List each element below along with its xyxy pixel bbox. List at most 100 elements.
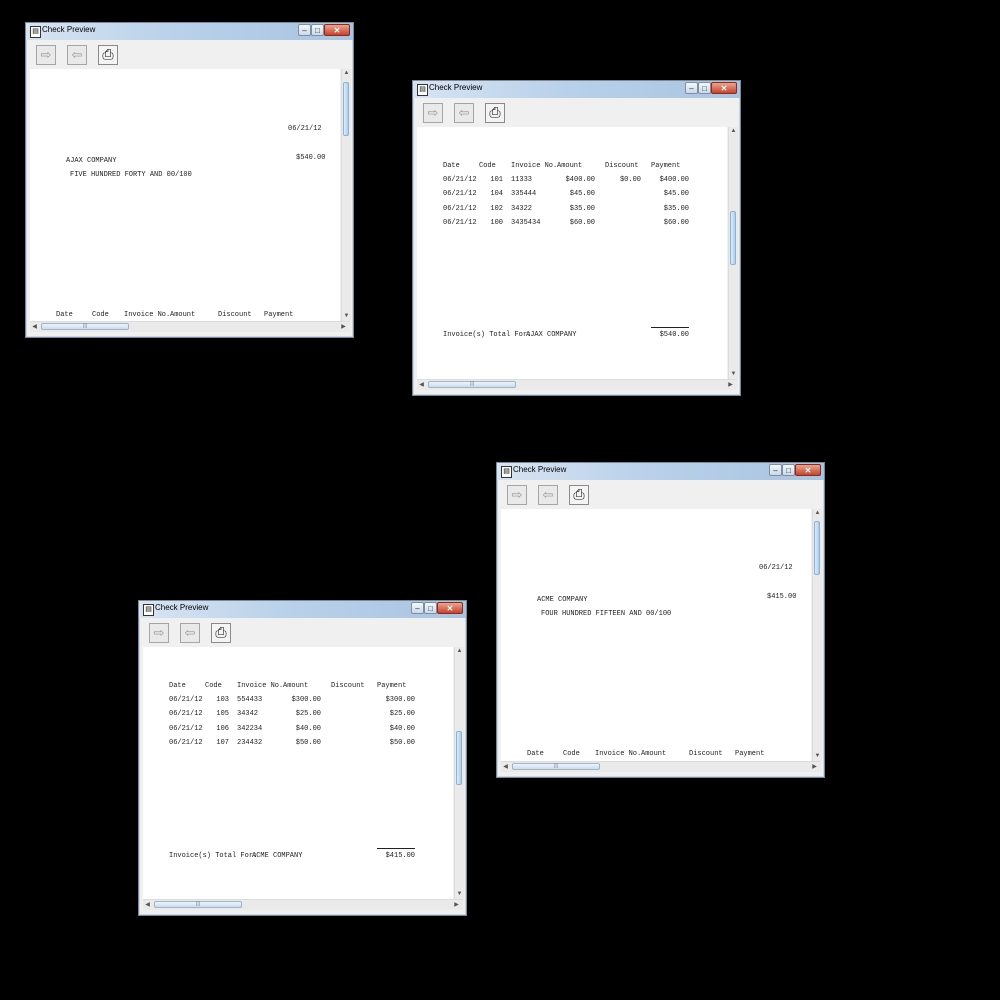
horizontal-scroll-thumb[interactable]: ||| xyxy=(41,323,129,330)
vertical-scroll-thumb[interactable] xyxy=(456,731,462,785)
scroll-up-icon[interactable]: ▲ xyxy=(813,509,822,518)
row-invoice: 342234 xyxy=(237,725,263,733)
forward-arrow-icon[interactable]: ⇨ xyxy=(507,485,527,505)
row-date: 06/21/12 xyxy=(443,176,477,184)
column-header-invoice: Invoice No. xyxy=(595,750,642,758)
scroll-right-icon[interactable]: ▶ xyxy=(339,322,348,332)
scroll-left-icon[interactable]: ◀ xyxy=(501,762,510,772)
title-bar[interactable]: ▤ Check Preview – □ ✕ xyxy=(139,601,466,618)
minimize-button[interactable]: – xyxy=(298,24,311,36)
scroll-right-icon[interactable]: ▶ xyxy=(726,380,735,390)
horizontal-scrollbar[interactable]: ◀ ||| ▶ xyxy=(143,899,463,910)
scroll-up-icon[interactable]: ▲ xyxy=(342,69,351,78)
horizontal-scrollbar[interactable]: ◀ ||| ▶ xyxy=(30,321,350,332)
check-amount-words: FIVE HUNDRED FORTY AND 00/100 xyxy=(70,171,192,179)
scroll-up-icon[interactable]: ▲ xyxy=(455,647,464,656)
check-date: 06/21/12 xyxy=(759,564,793,572)
check-page: 06/21/12 AJAX COMPANY $540.00 FIVE HUNDR… xyxy=(30,69,340,321)
scroll-down-icon[interactable]: ▼ xyxy=(342,312,351,321)
window-title: Check Preview xyxy=(513,465,567,474)
back-arrow-icon[interactable]: ⇦ xyxy=(180,623,200,643)
row-code: 100 xyxy=(490,219,503,227)
printer-icon[interactable]: ⎙ xyxy=(485,103,505,123)
total-label: Invoice(s) Total For: xyxy=(169,852,258,860)
horizontal-scroll-thumb[interactable]: ||| xyxy=(512,763,600,770)
horizontal-scroll-thumb[interactable]: ||| xyxy=(428,381,516,388)
vertical-scroll-thumb[interactable] xyxy=(343,82,349,136)
column-header-discount: Discount xyxy=(605,162,639,170)
column-header-discount: Discount xyxy=(218,311,252,319)
row-amount: $45.00 xyxy=(569,190,595,198)
back-arrow-icon[interactable]: ⇦ xyxy=(67,45,87,65)
toolbar: ⇨ ⇦ ⎙ xyxy=(143,619,462,647)
column-header-code: Code xyxy=(205,682,222,690)
horizontal-scrollbar[interactable]: ◀ ||| ▶ xyxy=(501,761,821,772)
forward-arrow-icon[interactable]: ⇨ xyxy=(36,45,56,65)
back-arrow-icon[interactable]: ⇦ xyxy=(538,485,558,505)
vertical-scroll-thumb[interactable] xyxy=(730,211,736,265)
printer-icon[interactable]: ⎙ xyxy=(211,623,231,643)
scroll-down-icon[interactable]: ▼ xyxy=(729,370,738,379)
maximize-button[interactable]: □ xyxy=(311,24,324,36)
scroll-right-icon[interactable]: ▶ xyxy=(810,762,819,772)
row-code: 103 xyxy=(216,696,229,704)
row-date: 06/21/12 xyxy=(443,219,477,227)
scroll-right-icon[interactable]: ▶ xyxy=(452,900,461,910)
row-code: 106 xyxy=(216,725,229,733)
row-date: 06/21/12 xyxy=(443,205,477,213)
row-date: 06/21/12 xyxy=(169,696,203,704)
column-header-amount: Amount xyxy=(283,682,309,690)
scroll-up-icon[interactable]: ▲ xyxy=(729,127,738,136)
vertical-scrollbar[interactable]: ▲ ▼ xyxy=(454,647,464,899)
vertical-scrollbar[interactable]: ▲ ▼ xyxy=(728,127,738,379)
title-bar[interactable]: ▤ Check Preview – □ ✕ xyxy=(413,81,740,98)
column-header-amount: Amount xyxy=(557,162,583,170)
printer-icon[interactable]: ⎙ xyxy=(98,45,118,65)
column-header-code: Code xyxy=(92,311,109,319)
row-payment: $40.00 xyxy=(389,725,415,733)
close-button[interactable]: ✕ xyxy=(711,82,737,94)
toolbar: ⇨ ⇦ ⎙ xyxy=(30,41,349,69)
column-header-code: Code xyxy=(479,162,496,170)
vertical-scrollbar[interactable]: ▲ ▼ xyxy=(812,509,822,761)
row-code: 105 xyxy=(216,710,229,718)
title-bar[interactable]: ▤ Check Preview – □ ✕ xyxy=(497,463,824,480)
scroll-left-icon[interactable]: ◀ xyxy=(417,380,426,390)
minimize-button[interactable]: – xyxy=(769,464,782,476)
close-button[interactable]: ✕ xyxy=(795,464,821,476)
row-payment: $25.00 xyxy=(389,710,415,718)
scroll-left-icon[interactable]: ◀ xyxy=(143,900,152,910)
vertical-scroll-thumb[interactable] xyxy=(814,521,820,575)
close-button[interactable]: ✕ xyxy=(324,24,350,36)
horizontal-scroll-thumb[interactable]: ||| xyxy=(154,901,242,908)
forward-arrow-icon[interactable]: ⇨ xyxy=(149,623,169,643)
horizontal-scrollbar[interactable]: ◀ ||| ▶ xyxy=(417,379,737,390)
column-header-discount: Discount xyxy=(689,750,723,758)
row-code: 102 xyxy=(490,205,503,213)
row-amount: $300.00 xyxy=(291,696,321,704)
scroll-left-icon[interactable]: ◀ xyxy=(30,322,39,332)
title-bar[interactable]: ▤ Check Preview – □ ✕ xyxy=(26,23,353,40)
maximize-button[interactable]: □ xyxy=(698,82,711,94)
row-code: 101 xyxy=(490,176,503,184)
scroll-down-icon[interactable]: ▼ xyxy=(813,752,822,761)
forward-arrow-icon[interactable]: ⇨ xyxy=(423,103,443,123)
minimize-button[interactable]: – xyxy=(411,602,424,614)
maximize-button[interactable]: □ xyxy=(424,602,437,614)
vertical-scrollbar[interactable]: ▲ ▼ xyxy=(341,69,351,321)
app-icon: ▤ xyxy=(501,466,512,478)
column-header-payment: Payment xyxy=(651,162,681,170)
close-button[interactable]: ✕ xyxy=(437,602,463,614)
row-invoice: 554433 xyxy=(237,696,263,704)
row-amount: $400.00 xyxy=(565,176,595,184)
printer-icon[interactable]: ⎙ xyxy=(569,485,589,505)
column-header-invoice: Invoice No. xyxy=(511,162,558,170)
minimize-button[interactable]: – xyxy=(685,82,698,94)
back-arrow-icon[interactable]: ⇦ xyxy=(454,103,474,123)
maximize-button[interactable]: □ xyxy=(782,464,795,476)
toolbar: ⇨ ⇦ ⎙ xyxy=(501,481,820,509)
check-date: 06/21/12 xyxy=(288,125,322,133)
column-header-date: Date xyxy=(527,750,544,758)
scroll-down-icon[interactable]: ▼ xyxy=(455,890,464,899)
row-amount: $50.00 xyxy=(295,739,321,747)
